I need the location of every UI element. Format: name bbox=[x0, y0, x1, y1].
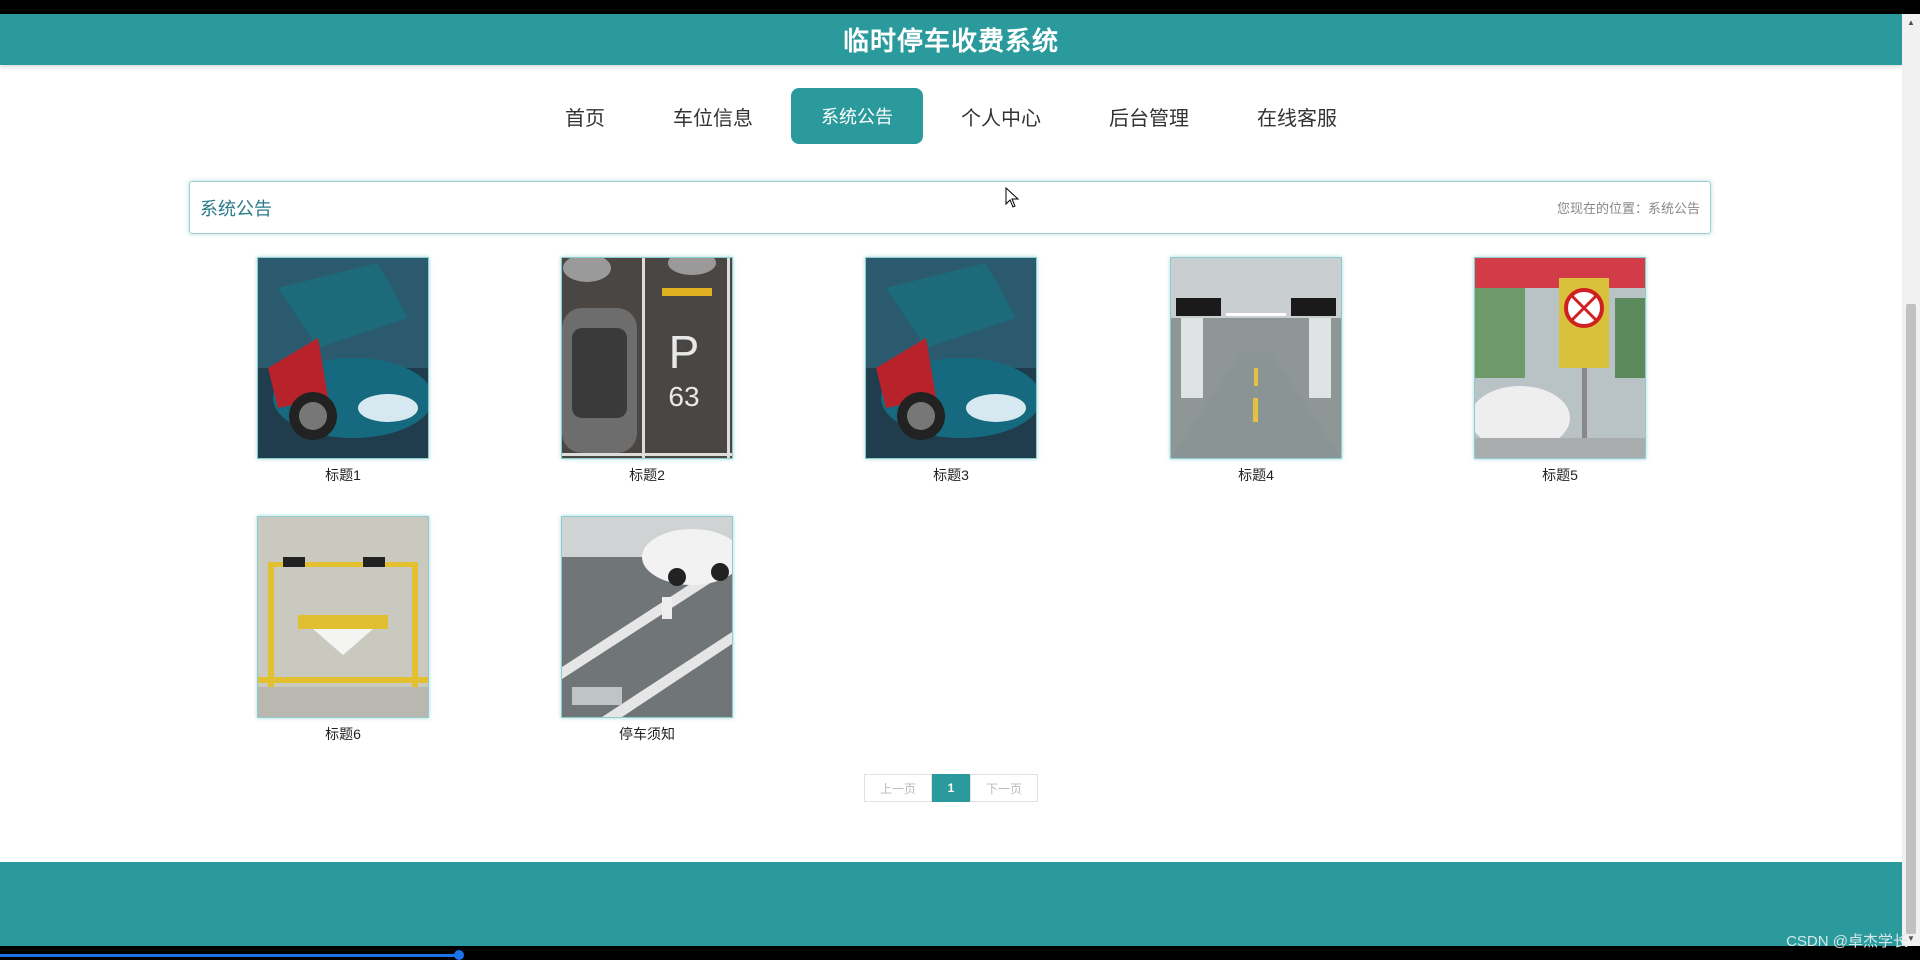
nav-item-online-service[interactable]: 在线客服 bbox=[1227, 88, 1367, 144]
card-caption[interactable]: 停车须知 bbox=[561, 724, 733, 744]
announcement-card[interactable]: 标题6 bbox=[257, 516, 429, 744]
announcement-card[interactable]: 标题4 bbox=[1170, 257, 1342, 485]
announcement-card[interactable]: 标题5 bbox=[1474, 257, 1646, 485]
nav-item-personal-center[interactable]: 个人中心 bbox=[931, 88, 1071, 144]
announcement-card[interactable]: 标题3 bbox=[865, 257, 1037, 485]
underground-garage-image[interactable] bbox=[1170, 257, 1342, 459]
sports-car-image[interactable] bbox=[865, 257, 1037, 459]
announcement-card[interactable]: 标题1 bbox=[257, 257, 429, 485]
window-bottom-bar bbox=[0, 946, 1920, 960]
next-page-button[interactable]: 下一页 bbox=[970, 774, 1038, 802]
main-nav: 首页 车位信息 系统公告 个人中心 后台管理 在线客服 bbox=[0, 88, 1902, 144]
svg-text:P: P bbox=[669, 326, 700, 378]
card-caption[interactable]: 标题2 bbox=[561, 465, 733, 485]
parking-lot-topview-image[interactable]: P 63 bbox=[561, 257, 733, 459]
site-header: 临时停车收费系统 bbox=[0, 14, 1902, 65]
breadcrumb: 系统公告 您现在的位置：系统公告 bbox=[189, 181, 1711, 234]
parking-lot-car-image[interactable] bbox=[561, 516, 733, 718]
watermark: CSDN @卓杰学长 bbox=[1786, 933, 1908, 950]
scroll-up-icon[interactable]: ▲ bbox=[1902, 14, 1920, 30]
video-progress-bar[interactable] bbox=[0, 954, 460, 957]
nav-item-admin[interactable]: 后台管理 bbox=[1079, 88, 1219, 144]
card-caption[interactable]: 标题1 bbox=[257, 465, 429, 485]
progress-handle[interactable] bbox=[454, 950, 464, 960]
card-caption[interactable]: 标题3 bbox=[865, 465, 1037, 485]
pagination: 上一页 1 下一页 bbox=[864, 774, 1038, 802]
breadcrumb-location: 您现在的位置：系统公告 bbox=[1556, 201, 1700, 216]
window-top-bar bbox=[0, 0, 1920, 14]
nav-item-home[interactable]: 首页 bbox=[535, 88, 635, 144]
card-caption[interactable]: 标题6 bbox=[257, 724, 429, 744]
card-caption[interactable]: 标题4 bbox=[1170, 465, 1342, 485]
parking-space-image[interactable] bbox=[257, 516, 429, 718]
prev-page-button[interactable]: 上一页 bbox=[864, 774, 932, 802]
nav-item-parking-info[interactable]: 车位信息 bbox=[643, 88, 783, 144]
site-footer bbox=[0, 862, 1902, 946]
vertical-scrollbar[interactable]: ▲ ▼ bbox=[1902, 14, 1920, 946]
mouse-cursor-icon bbox=[1005, 187, 1020, 208]
page-1-button[interactable]: 1 bbox=[932, 774, 970, 802]
scrollbar-thumb[interactable] bbox=[1906, 304, 1916, 934]
card-caption[interactable]: 标题5 bbox=[1474, 465, 1646, 485]
section-title: 系统公告 bbox=[200, 198, 272, 219]
svg-text:63: 63 bbox=[668, 381, 699, 412]
announcement-card[interactable]: P 63 标题2 bbox=[561, 257, 733, 485]
site-title: 临时停车收费系统 bbox=[842, 26, 1059, 56]
nav-item-announcements[interactable]: 系统公告 bbox=[791, 88, 923, 144]
no-parking-sign-image[interactable] bbox=[1474, 257, 1646, 459]
sports-car-image[interactable] bbox=[257, 257, 429, 459]
announcement-card[interactable]: 停车须知 bbox=[561, 516, 733, 744]
